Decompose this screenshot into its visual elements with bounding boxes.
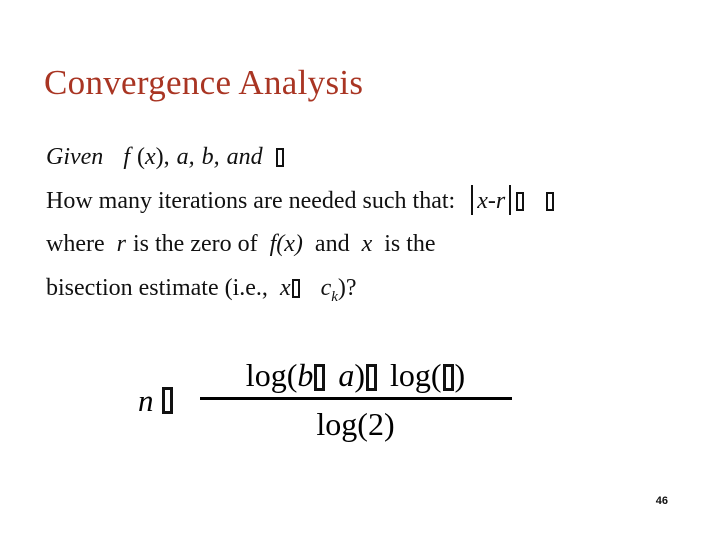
- missing-glyph-box-icon: [161, 387, 173, 414]
- numerator-b: b: [297, 357, 314, 393]
- page-number: 46: [655, 495, 668, 507]
- missing-glyph-box-icon: [314, 364, 326, 391]
- given-label: Given: [46, 144, 104, 170]
- and-label: and: [314, 231, 350, 257]
- subscript-k: k: [331, 288, 338, 305]
- formula-lhs: n: [138, 385, 174, 416]
- slide-body: Given f (x), a, b, and How many iterations ar…: [46, 136, 686, 310]
- page-title: Convergence Analysis: [44, 63, 364, 102]
- and-label: and: [226, 144, 263, 170]
- formula-fraction: log(b a) log() log(2): [199, 355, 512, 446]
- is-the-zero-of-text: is the zero of: [132, 231, 258, 257]
- function-symbol: f: [123, 144, 130, 170]
- question-text: How many iterations are needed such that…: [46, 187, 456, 214]
- arg-open-paren: (: [136, 144, 145, 170]
- bisection-text-suffix: )?: [337, 274, 357, 301]
- param-b: b,: [201, 144, 220, 170]
- is-the-text: is the: [384, 231, 436, 257]
- missing-glyph-box-icon: [516, 191, 525, 211]
- missing-glyph-box-icon: [291, 278, 300, 298]
- missing-glyph-box-icon: [442, 364, 454, 391]
- formula-numerator: log(b a) log(): [240, 355, 471, 397]
- log2-close: ): [454, 357, 466, 393]
- abs-bar-left-icon: [471, 184, 474, 215]
- bisection-text-prefix: bisection estimate (i.e.,: [46, 274, 268, 301]
- body-line-question: How many iterations are needed such that…: [46, 180, 686, 224]
- missing-glyph-box-icon: [366, 364, 377, 391]
- var-x: x: [279, 274, 291, 301]
- missing-glyph-box-icon: [275, 148, 284, 167]
- var-r: r: [116, 231, 126, 257]
- param-a: a,: [176, 144, 195, 170]
- log-close: ): [354, 357, 365, 393]
- arg-close-paren: ),: [155, 144, 170, 170]
- numerator-a: a: [338, 357, 355, 393]
- formula-denominator: log(2): [316, 406, 395, 442]
- slide-canvas: { "slide": { "title": "Convergence Analy…: [0, 0, 720, 540]
- where-label: where: [46, 231, 105, 257]
- missing-glyph-box-icon: [546, 191, 555, 211]
- expr-x: x: [477, 187, 488, 214]
- var-c: c: [320, 274, 332, 301]
- expr-minus: -: [487, 187, 496, 214]
- arg-variable: x: [144, 144, 156, 170]
- log2-open: log(: [390, 357, 442, 393]
- body-line-bisection: bisection estimate (i.e., x ck)?: [46, 267, 686, 311]
- function-fx: f(x): [269, 231, 303, 257]
- body-line-given: Given f (x), a, b, and: [46, 136, 686, 180]
- formula-var-n: n: [138, 383, 154, 418]
- log-open: log(: [245, 357, 298, 393]
- var-x: x: [361, 231, 373, 257]
- body-line-where: where r is the zero of f(x) and x is the: [46, 223, 686, 267]
- convergence-formula: n log(b a) log() log(2): [138, 355, 512, 446]
- abs-bar-right-icon: [509, 184, 512, 215]
- expr-r: r: [495, 187, 506, 214]
